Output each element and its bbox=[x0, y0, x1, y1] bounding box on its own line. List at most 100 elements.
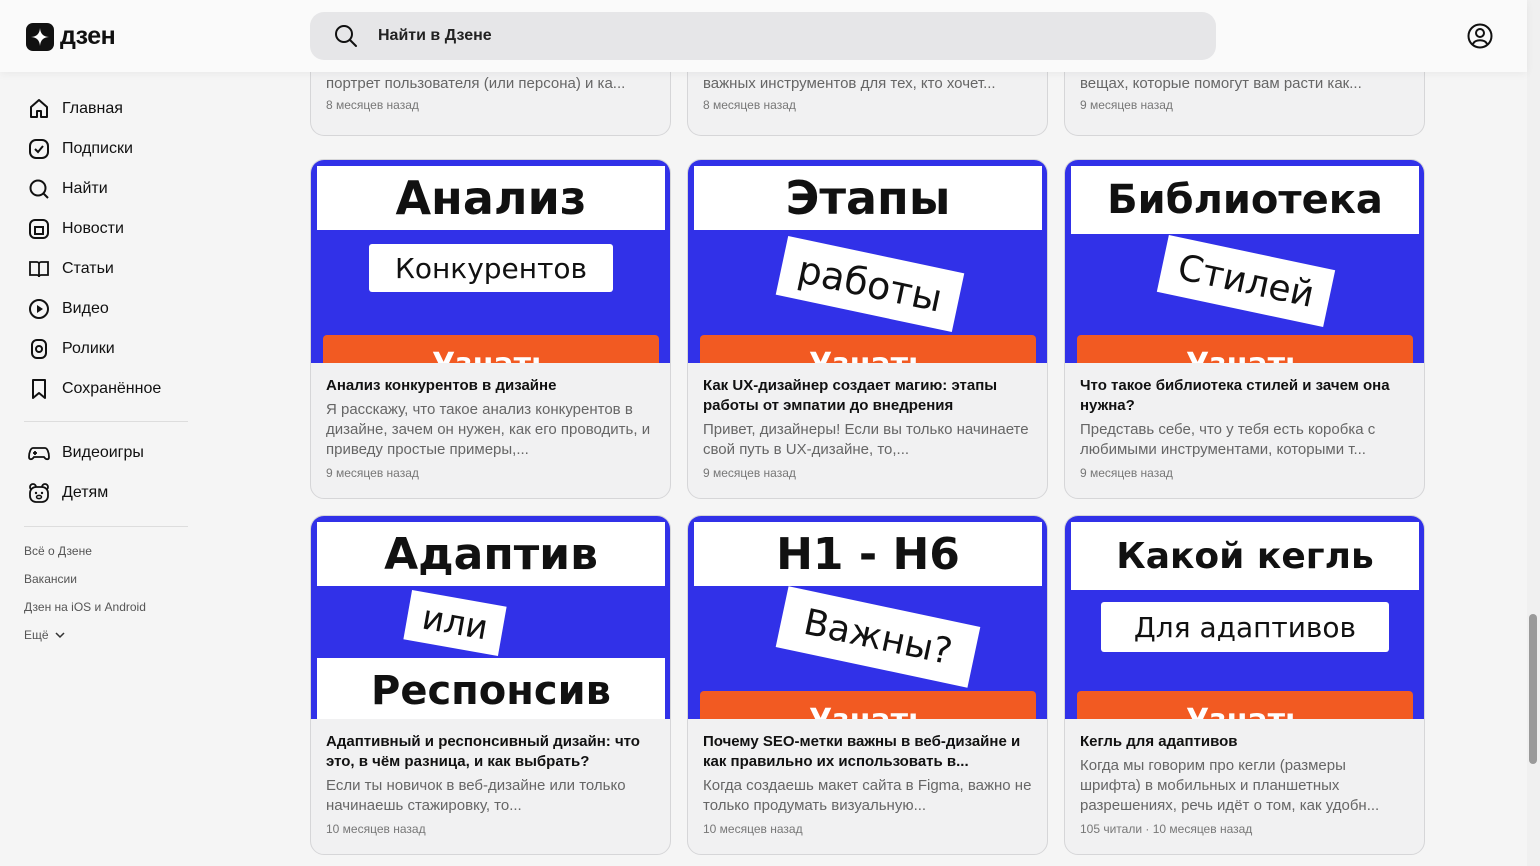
thumb-cta-strip: Узнать bbox=[700, 691, 1036, 719]
card-meta: 10 месяцев назад bbox=[703, 822, 803, 836]
article-card[interactable]: Какой кегль Для адаптивов Узнать Кегль д… bbox=[1064, 515, 1425, 855]
sidebar-item-articles[interactable]: Статьи bbox=[28, 254, 114, 284]
shorts-icon bbox=[28, 338, 50, 360]
article-card[interactable]: H1 - H6 Важны? Узнать Почему SEO-метки в… bbox=[687, 515, 1048, 855]
card-description: Когда создаешь макет сайта в Figma, важн… bbox=[703, 777, 1032, 814]
card-meta: 8 месяцев назад bbox=[703, 98, 796, 112]
kids-icon bbox=[28, 482, 50, 504]
search-icon bbox=[335, 25, 357, 47]
footer-more-label: Ещё bbox=[24, 628, 49, 642]
card-title: Почему SEO-метки важны в веб-дизайне и к… bbox=[703, 733, 1021, 770]
search-input[interactable]: Найти в Дзене bbox=[378, 27, 492, 45]
sidebar-item-saved[interactable]: Сохранённое bbox=[28, 374, 161, 404]
card-description: вещах, которые помогут вам расти как... bbox=[1080, 75, 1362, 92]
card-thumbnail: Какой кегль Для адаптивов Узнать bbox=[1065, 516, 1424, 719]
sidebar-item-label: Ролики bbox=[62, 340, 115, 357]
card-title: Что такое библиотека стилей и зачем она … bbox=[1080, 377, 1390, 414]
article-card[interactable]: Библиотека Стилей Узнать Что такое библи… bbox=[1064, 159, 1425, 499]
logo-text: дзен bbox=[60, 22, 116, 50]
top-header: дзен Найти в Дзене bbox=[0, 0, 1527, 72]
card-thumbnail: H1 - H6 Важны? Узнать bbox=[688, 516, 1047, 719]
card-title: Адаптивный и респонсивный дизайн: что эт… bbox=[326, 733, 640, 770]
sidebar-divider bbox=[24, 526, 188, 527]
sidebar-item-home[interactable]: Главная bbox=[28, 94, 123, 124]
card-meta: 9 месяцев назад bbox=[703, 466, 796, 480]
sidebar-item-label: Найти bbox=[62, 180, 108, 197]
card-description: Привет, дизайнеры! Если вы только начина… bbox=[703, 421, 1029, 458]
sidebar-item-video[interactable]: Видео bbox=[28, 294, 109, 324]
subscriptions-icon bbox=[28, 138, 50, 160]
sidebar-item-kids[interactable]: Детям bbox=[28, 478, 108, 508]
card-meta: 9 месяцев назад bbox=[1080, 98, 1173, 112]
thumb-title-line: Адаптив bbox=[317, 522, 665, 586]
dzen-star-icon bbox=[26, 22, 54, 51]
thumb-title-line: Респонсив bbox=[317, 658, 665, 719]
footer-link-jobs[interactable]: Вакансии bbox=[24, 572, 77, 586]
card-thumbnail: Анализ Конкурентов Узнать bbox=[311, 160, 670, 363]
sidebar-item-shorts[interactable]: Ролики bbox=[28, 334, 115, 364]
card-thumbnail: Адаптив или Респонсив bbox=[311, 516, 670, 719]
thumb-cta-strip: Узнать bbox=[323, 335, 659, 363]
card-meta: 105 читали · 10 месяцев назад bbox=[1080, 822, 1253, 836]
thumb-title-line: H1 - H6 bbox=[694, 522, 1042, 586]
card-description: портрет пользователя (или персона) и ка.… bbox=[326, 75, 626, 92]
card-thumbnail: Этапы работы Узнать bbox=[688, 160, 1047, 363]
page-scrollbar[interactable] bbox=[1527, 0, 1540, 866]
sidebar-item-label: Видеоигры bbox=[62, 444, 144, 461]
card-description: Представь себе, что у тебя есть коробка … bbox=[1080, 421, 1376, 458]
news-icon bbox=[28, 218, 50, 240]
thumb-subtitle: Конкурентов bbox=[369, 244, 613, 292]
gamepad-icon bbox=[28, 442, 50, 464]
video-icon bbox=[28, 298, 50, 320]
card-meta: 8 месяцев назад bbox=[326, 98, 419, 112]
card-title: Анализ конкурентов в дизайне bbox=[326, 377, 557, 394]
chevron-down-icon bbox=[55, 632, 65, 639]
thumb-subtitle: или bbox=[403, 590, 507, 656]
card-description: Если ты новичок в веб-дизайне или только… bbox=[326, 777, 626, 814]
thumb-title-line: Этапы bbox=[694, 166, 1042, 230]
footer-more-button[interactable]: Ещё bbox=[24, 628, 65, 642]
articles-icon bbox=[28, 258, 50, 280]
card-meta: 9 месяцев назад bbox=[326, 466, 419, 480]
article-card[interactable]: Адаптив или Респонсив Адаптивный и респо… bbox=[310, 515, 671, 855]
sidebar-item-label: Новости bbox=[62, 220, 124, 237]
profile-icon[interactable] bbox=[1467, 23, 1493, 49]
bookmark-icon bbox=[28, 378, 50, 400]
card-description: Я расскажу, что такое анализ конкурентов… bbox=[326, 401, 651, 458]
thumb-subtitle: работы bbox=[775, 235, 965, 333]
sidebar-item-label: Подписки bbox=[62, 140, 133, 157]
thumb-cta-strip: Узнать bbox=[700, 335, 1036, 363]
card-title: Кегль для адаптивов bbox=[1080, 733, 1238, 750]
footer-link-apps[interactable]: Дзен на iOS и Android bbox=[24, 600, 146, 614]
card-title: Как UX-дизайнер создает магию: этапы раб… bbox=[703, 377, 998, 414]
sidebar-item-subscriptions[interactable]: Подписки bbox=[28, 134, 133, 164]
sidebar-item-label: Видео bbox=[62, 300, 109, 317]
sidebar-item-label: Статьи bbox=[62, 260, 114, 277]
footer-link-about[interactable]: Всё о Дзене bbox=[24, 544, 92, 558]
card-description: важных инструментов для тех, кто хочет..… bbox=[703, 75, 996, 92]
scrollbar-thumb[interactable] bbox=[1529, 614, 1537, 764]
article-card[interactable]: Этапы работы Узнать Как UX-дизайнер созд… bbox=[687, 159, 1048, 499]
dzen-logo[interactable]: дзен bbox=[26, 22, 116, 51]
thumb-cta-strip: Узнать bbox=[1077, 691, 1413, 719]
sidebar-item-videogames[interactable]: Видеоигры bbox=[28, 438, 144, 468]
thumb-title-line: Анализ bbox=[317, 166, 665, 230]
thumb-subtitle: Важны? bbox=[775, 586, 981, 688]
search-icon bbox=[28, 178, 50, 200]
card-meta: 10 месяцев назад bbox=[326, 822, 426, 836]
thumb-title-line: Библиотека bbox=[1071, 166, 1419, 234]
article-card[interactable]: Анализ Конкурентов Узнать Анализ конкуре… bbox=[310, 159, 671, 499]
thumb-cta-strip: Узнать bbox=[1077, 335, 1413, 363]
sidebar-item-label: Сохранённое bbox=[62, 380, 162, 397]
sidebar-divider bbox=[24, 421, 188, 422]
card-meta: 9 месяцев назад bbox=[1080, 466, 1173, 480]
thumb-subtitle: Для адаптивов bbox=[1101, 602, 1389, 652]
sidebar-item-news[interactable]: Новости bbox=[28, 214, 124, 244]
thumb-subtitle: Стилей bbox=[1156, 234, 1336, 328]
sidebar-item-label: Детям bbox=[62, 484, 109, 501]
home-icon bbox=[28, 98, 50, 120]
search-bar[interactable]: Найти в Дзене bbox=[310, 12, 1216, 60]
card-description: Когда мы говорим про кегли (размеры шриф… bbox=[1080, 757, 1380, 814]
sidebar-item-label: Главная bbox=[62, 100, 123, 117]
sidebar-item-search[interactable]: Найти bbox=[28, 174, 108, 204]
